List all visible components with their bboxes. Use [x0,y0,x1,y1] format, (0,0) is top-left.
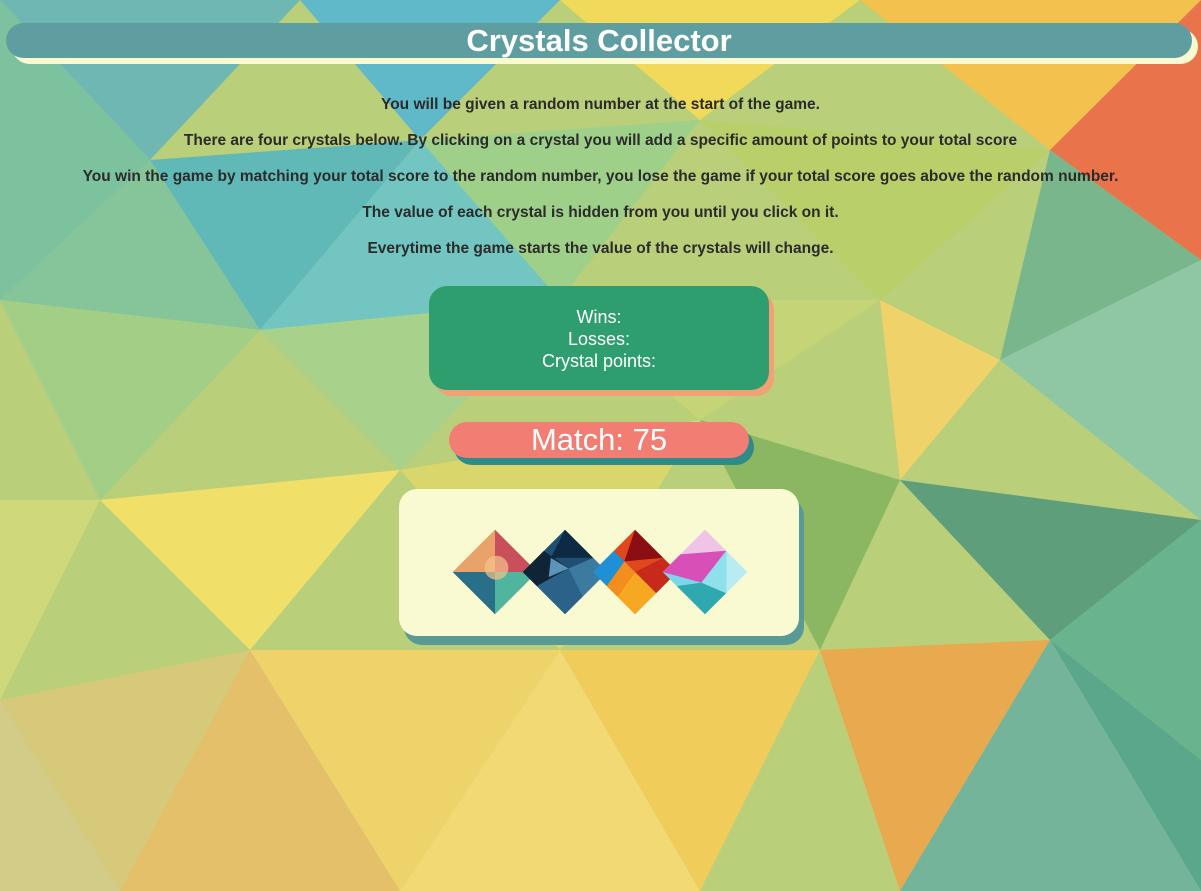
crystal-4-icon [662,529,748,615]
instructions: You will be given a random number at the… [0,96,1201,276]
instruction-line: There are four crystals below. By clicki… [183,132,1018,149]
title-bar: Crystals Collector [6,23,1192,58]
match-label: Match: 75 [530,422,668,457]
crystal-points-label: Crystal points: [541,351,657,371]
instruction-line: You will be given a random number at the… [381,96,820,113]
wins-label: Wins: [576,307,622,327]
score-panel: Wins: Losses: Crystal points: [429,286,769,390]
instruction-line: You win the game by matching your total … [82,168,1119,185]
instruction-line: Everytime the game starts the value of t… [367,240,834,257]
match-target: Match: 75 [449,422,749,458]
page-title: Crystals Collector [466,23,732,58]
instruction-line: The value of each crystal is hidden from… [362,204,839,221]
losses-label: Losses: [567,329,631,349]
crystal-panel [399,489,799,636]
crystal-4-button[interactable] [662,529,748,615]
